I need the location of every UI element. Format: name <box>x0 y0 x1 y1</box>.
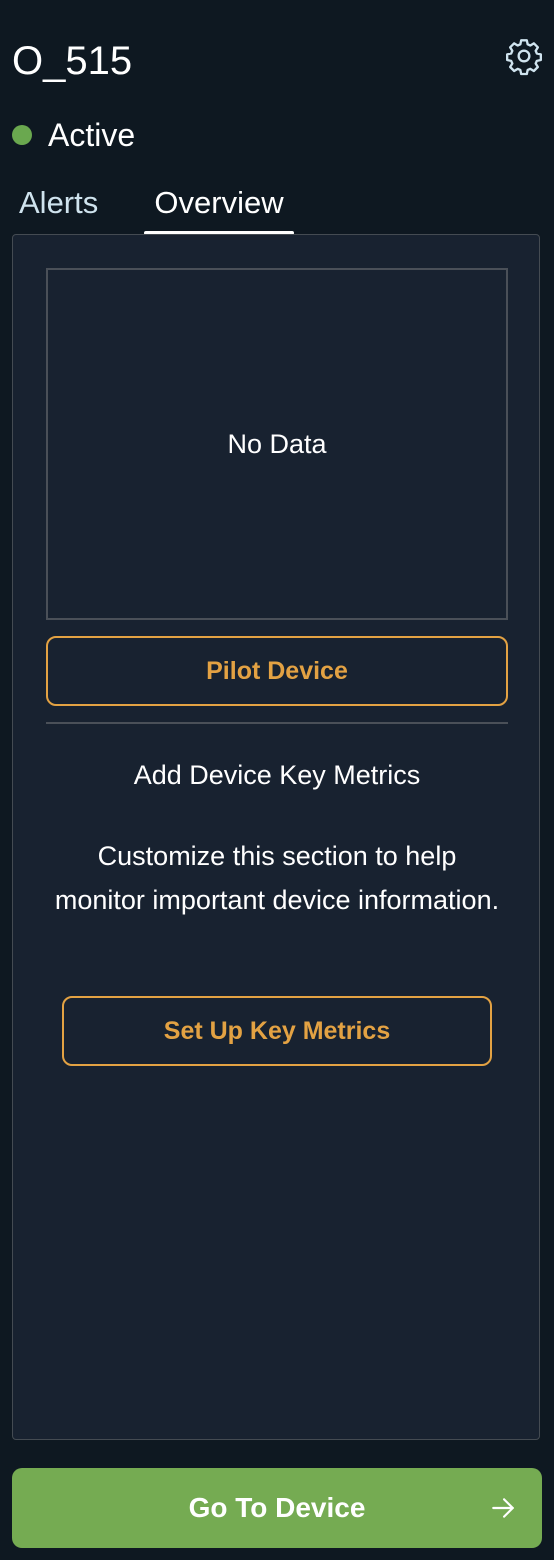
status-indicator-dot <box>12 125 32 145</box>
go-to-device-label: Go To Device <box>188 1492 366 1523</box>
pilot-device-button[interactable]: Pilot Device <box>46 636 508 706</box>
section-divider <box>46 722 508 724</box>
tab-alerts[interactable]: Alerts <box>19 180 98 236</box>
no-data-text: No Data <box>227 428 327 459</box>
set-up-key-metrics-button[interactable]: Set Up Key Metrics <box>62 996 492 1066</box>
overview-content: No Data Pilot Device Add Device Key Metr… <box>12 234 540 1440</box>
status-label: Active <box>48 116 136 153</box>
gear-icon[interactable] <box>504 36 544 76</box>
device-title: O_515 <box>12 39 133 83</box>
tab-overview[interactable]: Overview <box>144 180 294 236</box>
tab-bar: Alerts Overview <box>0 180 554 236</box>
status-row: Active <box>12 115 135 155</box>
chart-placeholder: No Data <box>46 268 508 620</box>
panel-header: O_515 <box>0 0 554 110</box>
device-panel: O_515 Active Alerts Overview No Data Pil… <box>0 0 554 1560</box>
key-metrics-title: Add Device Key Metrics <box>133 760 421 790</box>
key-metrics-description: Customize this section to help monitor i… <box>54 841 500 915</box>
arrow-right-icon <box>490 1495 516 1521</box>
go-to-device-button[interactable]: Go To Device <box>12 1468 542 1548</box>
